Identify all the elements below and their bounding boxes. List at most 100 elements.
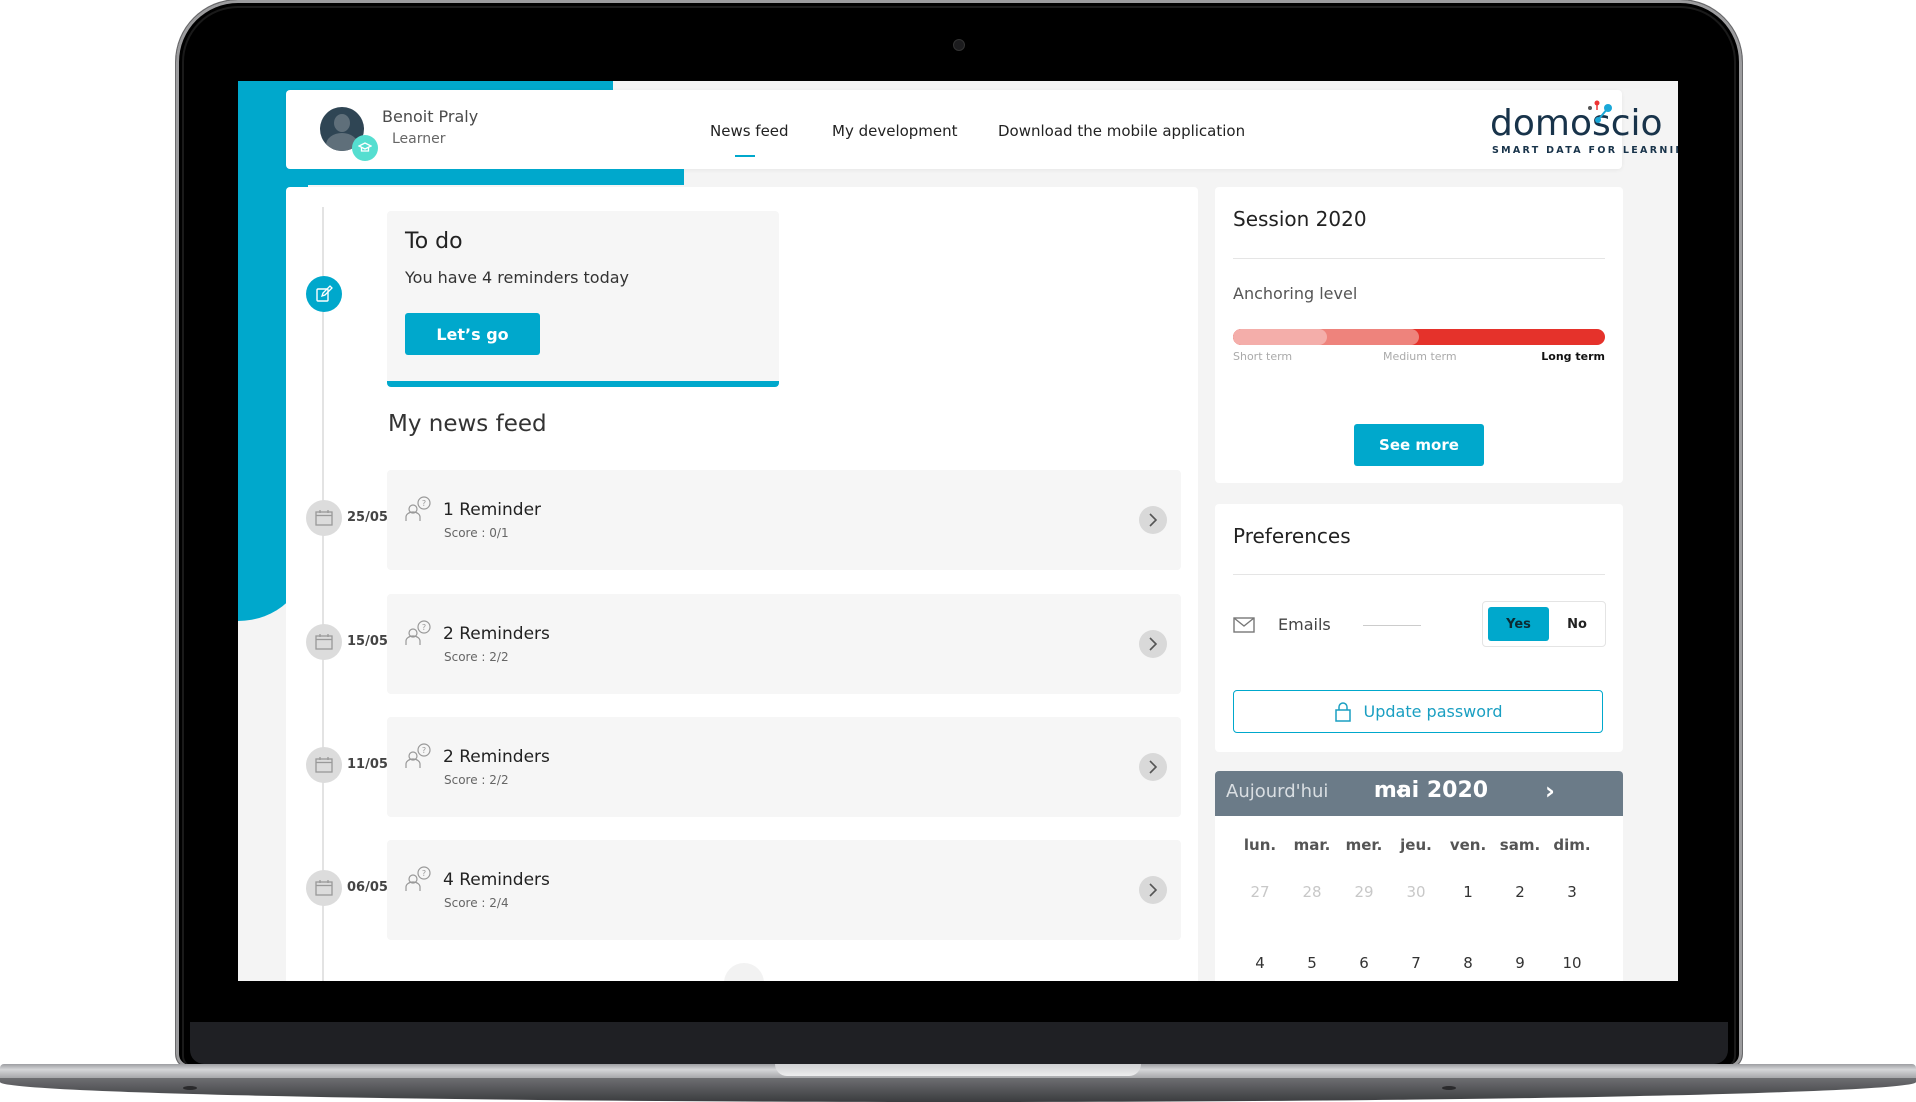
active-tab-indicator [735, 155, 755, 157]
emails-preference-row: Emails Yes No [1233, 601, 1606, 647]
todo-card: To do You have 4 reminders today Let’s g… [387, 211, 779, 387]
calendar-day[interactable]: 28 [1286, 883, 1338, 901]
app-screen: Benoit Praly Learner News feed My develo… [238, 81, 1678, 981]
logo-molecule-icon [1588, 100, 1612, 123]
calendar-weekday: lun. [1243, 836, 1277, 854]
calendar-icon [306, 500, 342, 536]
reminder-quiz-icon: ? [405, 866, 431, 891]
calendar-day[interactable]: 7 [1390, 954, 1442, 972]
news-feed-title: My news feed [388, 411, 547, 437]
emails-divider [1363, 625, 1421, 626]
calendar-day[interactable]: 4 [1234, 954, 1286, 972]
calendar-today-button[interactable]: Aujourd'hui [1226, 781, 1328, 802]
calendar-icon [306, 624, 342, 660]
calendar-icon [306, 747, 342, 783]
calendar-day[interactable]: 10 [1546, 954, 1598, 972]
feed-item-title: 4 Reminders [443, 870, 550, 890]
calendar: Aujourd'hui ‹ mai 2020 › lun. mar. mer. jeu… [1215, 771, 1623, 981]
feed-item: 06/05? 4 Reminders Score : 2/4 [238, 840, 1238, 940]
user-name: Benoit Praly [382, 107, 479, 126]
chevron-right-icon[interactable] [1139, 753, 1167, 781]
feed-item-score: Score : 0/1 [444, 526, 509, 540]
calendar-day[interactable]: 29 [1338, 883, 1390, 901]
level-medium-term: Medium term [1383, 350, 1457, 363]
top-header: Benoit Praly Learner News feed My develo… [286, 90, 1678, 169]
calendar-weekday: mar. [1293, 836, 1331, 854]
calendar-day[interactable]: 2 [1494, 883, 1546, 901]
anchoring-level-bar [1233, 329, 1605, 345]
calendar-day[interactable]: 5 [1286, 954, 1338, 972]
svg-text:?: ? [422, 869, 426, 878]
svg-text:?: ? [422, 499, 426, 508]
chevron-right-icon[interactable] [1139, 876, 1167, 904]
feed-item-score: Score : 2/4 [444, 896, 509, 910]
session-title: Session 2020 [1233, 207, 1367, 231]
feed-item: 15/05? 2 Reminders Score : 2/2 [238, 594, 1238, 694]
calendar-day[interactable]: 3 [1546, 883, 1598, 901]
laptop-base [0, 1064, 1916, 1102]
see-more-button[interactable]: See more [1354, 424, 1484, 466]
feed-item-date: 06/05 [347, 880, 388, 895]
svg-text:?: ? [422, 623, 426, 632]
calendar-day[interactable]: 30 [1390, 883, 1442, 901]
chevron-right-icon[interactable] [1139, 506, 1167, 534]
divider [1233, 258, 1605, 259]
webcam [953, 39, 965, 51]
calendar-weekday: mer. [1345, 836, 1383, 854]
reminder-quiz-icon: ? [405, 743, 431, 768]
calendar-next-icon[interactable]: › [1545, 777, 1555, 805]
nav-my-development[interactable]: My development [832, 122, 958, 140]
feed-item: 11/05? 2 Reminders Score : 2/2 [238, 717, 1238, 817]
calendar-day[interactable]: 27 [1234, 883, 1286, 901]
feed-item-date: 25/05 [347, 510, 388, 525]
anchoring-label: Anchoring level [1233, 284, 1358, 303]
calendar-month-label: mai 2020 [1373, 778, 1489, 803]
feed-item-date: 11/05 [347, 757, 388, 772]
calendar-day[interactable]: 8 [1442, 954, 1494, 972]
emails-yes-option[interactable]: Yes [1488, 607, 1549, 641]
laptop-bezel [190, 1022, 1728, 1064]
update-password-label: Update password [1363, 702, 1503, 721]
update-password-button[interactable]: Update password [1233, 690, 1603, 733]
lets-go-button[interactable]: Let’s go [405, 313, 540, 355]
nav-news-feed[interactable]: News feed [710, 122, 789, 140]
calendar-day[interactable]: 6 [1338, 954, 1390, 972]
feed-item-score: Score : 2/2 [444, 773, 509, 787]
feed-item: 25/05? 1 Reminder Score : 0/1 [238, 470, 1238, 570]
calendar-icon [306, 870, 342, 906]
calendar-day[interactable]: 9 [1494, 954, 1546, 972]
header-accent-strip [286, 169, 684, 185]
calendar-weekday: dim. [1553, 836, 1591, 854]
anchoring-segment-short [1233, 329, 1327, 345]
feed-item-card[interactable]: ? 4 Reminders Score : 2/4 [387, 840, 1181, 940]
graduation-cap-icon [352, 135, 378, 161]
session-card: Session 2020 Anchoring level Short term … [1215, 187, 1623, 483]
calendar-day[interactable]: 1 [1442, 883, 1494, 901]
domoscio-logo[interactable]: domoscio SMART DATA FOR LEARNING [1490, 100, 1678, 156]
feed-item-card[interactable]: ? 2 Reminders Score : 2/2 [387, 594, 1181, 694]
feed-item-card[interactable]: ? 1 Reminder Score : 0/1 [387, 470, 1181, 570]
nav-download-mobile-app[interactable]: Download the mobile application [998, 122, 1245, 140]
emails-label: Emails [1278, 615, 1331, 634]
feed-item-card[interactable]: ? 2 Reminders Score : 2/2 [387, 717, 1181, 817]
feed-item-title: 2 Reminders [443, 624, 550, 644]
calendar-weekday: ven. [1449, 836, 1487, 854]
emails-toggle: Yes No [1482, 601, 1606, 647]
edit-icon [306, 276, 342, 312]
svg-text:?: ? [422, 746, 426, 755]
user-role: Learner [392, 131, 446, 147]
reminder-quiz-icon: ? [405, 496, 431, 521]
calendar-weekday: sam. [1499, 836, 1541, 854]
feed-item-score: Score : 2/2 [444, 650, 509, 664]
feed-item-date: 15/05 [347, 634, 388, 649]
envelope-icon [1233, 617, 1255, 633]
calendar-header: Aujourd'hui ‹ mai 2020 › [1215, 771, 1623, 816]
feed-item-title: 2 Reminders [443, 747, 550, 767]
emails-no-option[interactable]: No [1553, 607, 1601, 641]
chevron-right-icon[interactable] [1139, 630, 1167, 658]
reminder-quiz-icon: ? [405, 620, 431, 645]
lock-icon [1334, 701, 1351, 722]
todo-title: To do [405, 229, 463, 254]
calendar-weekday: jeu. [1400, 836, 1432, 854]
level-long-term: Long term [1541, 350, 1605, 363]
